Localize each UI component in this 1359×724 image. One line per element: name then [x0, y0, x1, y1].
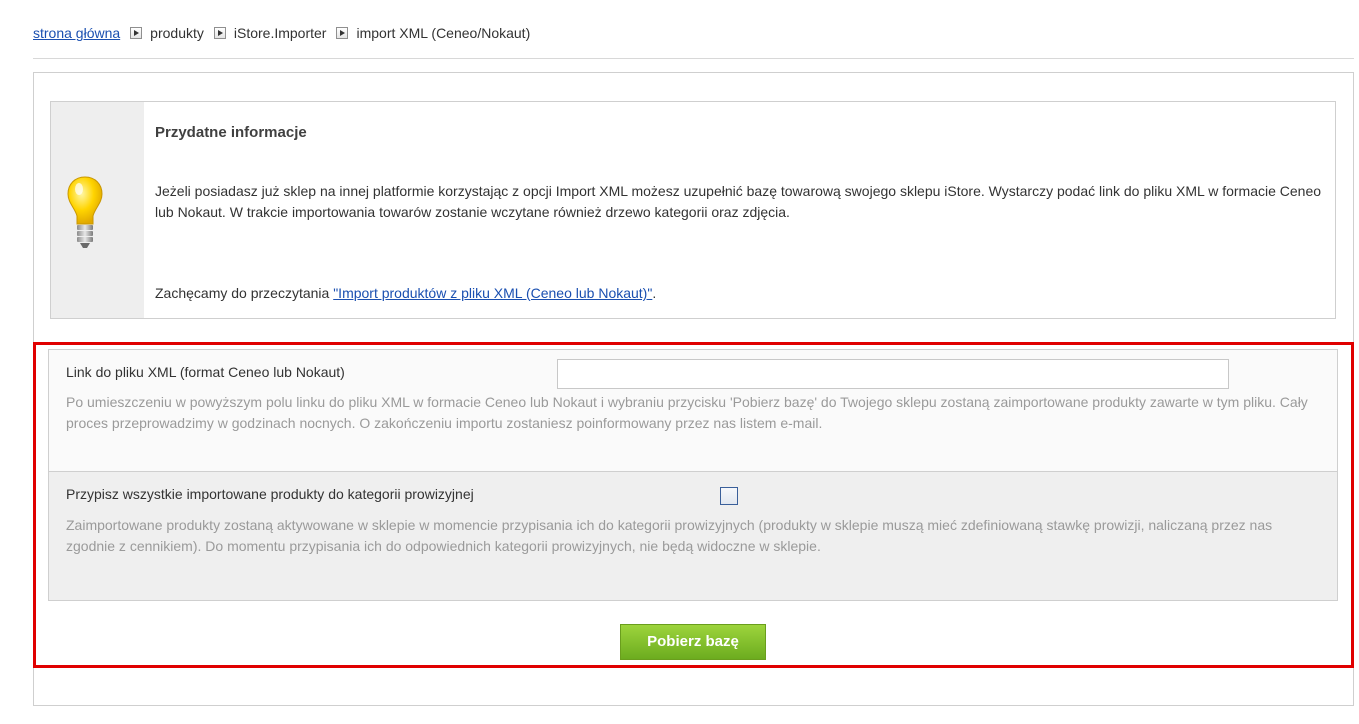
form-row-xml-link: Link do pliku XML (format Ceneo lub Noka…	[49, 350, 1337, 472]
breadcrumb-divider	[33, 58, 1354, 59]
xml-link-label: Link do pliku XML (format Ceneo lub Noka…	[66, 364, 345, 380]
breadcrumb-item-products[interactable]: produkty	[150, 25, 204, 41]
info-read-suffix: .	[652, 285, 657, 301]
xml-link-input[interactable]	[557, 359, 1229, 389]
info-icon-column	[51, 102, 144, 318]
info-title: Przydatne informacje	[155, 124, 307, 141]
import-form: Link do pliku XML (format Ceneo lub Noka…	[48, 349, 1338, 601]
breadcrumb-item-importer[interactable]: iStore.Importer	[234, 25, 327, 41]
breadcrumb: strona główna produkty iStore.Importer i…	[33, 22, 530, 44]
commission-checkbox[interactable]	[720, 487, 738, 505]
download-database-button[interactable]: Pobierz bazę	[620, 624, 766, 660]
info-box: Przydatne informacje Jeżeli posiadasz ju…	[50, 101, 1336, 319]
import-guide-link[interactable]: "Import produktów z pliku XML (Ceneo lub…	[333, 285, 652, 301]
info-read-prefix: Zachęcamy do przeczytania	[155, 285, 334, 301]
form-row-commission: Przypisz wszystkie importowane produkty …	[49, 472, 1337, 600]
xml-link-help: Po umieszczeniu w powyższym polu linku d…	[66, 394, 1308, 431]
info-text: Jeżeli posiadasz już sklep na innej plat…	[155, 183, 1322, 220]
breadcrumb-home-link[interactable]: strona główna	[33, 25, 120, 41]
arrow-right-icon	[130, 27, 143, 39]
info-read-more: Zachęcamy do przeczytania "Import produk…	[155, 285, 656, 301]
breadcrumb-item-current: import XML (Ceneo/Nokaut)	[356, 25, 531, 41]
arrow-right-icon	[336, 27, 349, 39]
page: strona główna produkty iStore.Importer i…	[0, 0, 1359, 724]
commission-help: Zaimportowane produkty zostaną aktywowan…	[66, 517, 1273, 554]
lightbulb-icon	[67, 176, 103, 248]
commission-label: Przypisz wszystkie importowane produkty …	[66, 486, 474, 502]
arrow-right-icon	[213, 27, 226, 39]
